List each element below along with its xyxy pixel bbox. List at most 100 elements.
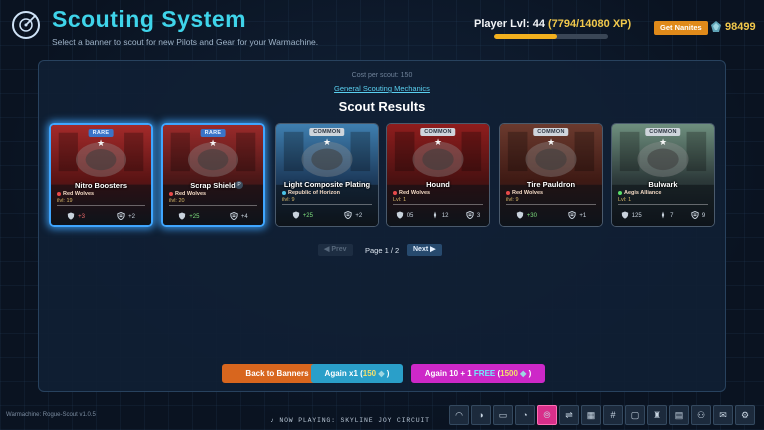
chat-icon[interactable]: ▭ [493, 405, 513, 425]
shield-heart-icon [396, 211, 404, 221]
card-stat: +2 [117, 211, 135, 222]
nanite-icon [709, 20, 723, 34]
again10-prefix: Again 10 + 1 [424, 369, 474, 378]
scout-result-card[interactable]: RARE ★ Nitro Boosters Red Wolves ilvl: 1… [49, 123, 153, 227]
card-stats: 125 7 9 [612, 210, 714, 222]
next-page-button[interactable]: Next ▶ [407, 244, 442, 256]
next-label: Next [413, 246, 429, 253]
rarity-badge: RARE [200, 129, 226, 137]
prev-page-button[interactable]: ◀ Prev [318, 244, 353, 256]
card-stat: +3 [67, 212, 85, 222]
armor-icon [344, 210, 353, 221]
card-stat: +1 [568, 210, 587, 221]
card-stat: +2 [344, 210, 362, 221]
player-level-label: Player Lvl: 44 [474, 18, 545, 30]
card-faction: Red Wolves [169, 191, 206, 197]
stat-value: 125 [631, 213, 642, 219]
star-icon: ★ [322, 137, 332, 147]
star-icon: ★ [433, 137, 443, 147]
stat-value: +1 [579, 213, 587, 219]
star-icon: ★ [208, 138, 218, 148]
scout-result-card[interactable]: RARE ★ Scrap Shield P Red Wolves ilvl: 2… [161, 123, 265, 227]
again1-prefix: Again x1 ( [324, 369, 363, 378]
robot-icon[interactable]: ◔ [515, 405, 535, 425]
card-stat: 9 [691, 210, 706, 221]
nanite-icon: ◆ [520, 369, 527, 378]
scouting-icon[interactable]: ⦾ [537, 405, 557, 425]
stat-value: 7 [670, 213, 674, 219]
shield-heart-icon [292, 211, 300, 221]
get-nanites-button[interactable]: Get Nanites [654, 21, 708, 35]
hashtag-icon[interactable]: # [603, 405, 623, 425]
xp-text: (7794/14080 XP) [548, 18, 632, 30]
card-stats: +25 +4 [163, 211, 263, 223]
card-stats: 05 12 3 [387, 210, 489, 222]
calendar-icon[interactable]: ▦ [581, 405, 601, 425]
stat-value: +30 [526, 213, 537, 219]
mail-icon[interactable]: ✉ [713, 405, 733, 425]
shield-heart-icon [516, 211, 524, 221]
frame-icon[interactable]: ▢ [625, 405, 645, 425]
card-faction: Red Wolves [506, 190, 543, 196]
shield-heart-icon [67, 212, 75, 222]
card-stat: 3 [466, 210, 480, 221]
again1-cost: 150 [362, 369, 377, 378]
card-stat: +25 [178, 212, 199, 222]
xp-progress-fill [494, 34, 558, 39]
page-title: Scouting System [52, 6, 247, 32]
scout-result-card[interactable]: COMMON ★ Tire Pauldron Red Wolves ilvl: … [499, 123, 603, 227]
card-item-level: Lvl: 1 [393, 197, 407, 203]
users-icon[interactable]: ⚇ [691, 405, 711, 425]
scout-result-card[interactable]: COMMON ★ Bulwark Aegis Alliance Lvl: 1 1… [611, 123, 715, 227]
settings-icon[interactable]: ⚙ [735, 405, 755, 425]
stat-value: +2 [128, 214, 135, 220]
armor-icon [691, 210, 699, 221]
stat-value: +25 [302, 213, 313, 219]
trophy-icon[interactable]: ♜ [647, 405, 667, 425]
rarity-badge: COMMON [309, 128, 345, 136]
scout-results-panel: Cost per scout: 150 General Scouting Mec… [38, 60, 726, 392]
stat-value: 9 [701, 213, 706, 219]
armor-icon [568, 210, 577, 221]
swords-icon[interactable]: ⇌ [559, 405, 579, 425]
card-name: Nitro Boosters [74, 181, 128, 190]
card-stat: 12 [431, 211, 449, 221]
armor-icon [466, 210, 474, 221]
version-label: Warmachine: Rogue-Scout v1.0.5 [6, 412, 96, 418]
star-icon: ★ [658, 137, 668, 147]
card-stat: 7 [659, 211, 673, 221]
prev-label: Prev [331, 246, 347, 253]
card-stat: +25 [292, 211, 313, 221]
card-name: Bulwark [648, 180, 678, 189]
again10-suffix: ) [528, 369, 532, 378]
card-stat: +30 [516, 211, 537, 221]
general-scouting-mechanics-link[interactable]: General Scouting Mechanics [39, 84, 725, 93]
armor-icon [230, 211, 238, 222]
card-item-level: ilvl: 9 [282, 197, 295, 203]
scout-again-x1-button[interactable]: Again x1 (150 ◆ ) [311, 364, 403, 383]
card-stats: +30 +1 [500, 210, 602, 222]
bottom-toolbar: ◠ ◑ ▭ ◔ ⦾ ⇌ ▦ # ▢ ♜ ▤ ⚇ ✉ ⚙ [449, 405, 755, 427]
helmet-icon[interactable]: ◠ [449, 405, 469, 425]
card-item-level: ilvl: 9 [506, 197, 519, 203]
again1-suffix: ) [386, 369, 390, 378]
card-faction: Red Wolves [393, 190, 430, 196]
stat-value: +25 [189, 214, 200, 220]
cost-per-scout: Cost per scout: 150 [351, 72, 413, 79]
scout-result-card[interactable]: COMMON ★ Light Composite Plating Republi… [275, 123, 379, 227]
stat-value: 05 [406, 213, 414, 219]
gallery-icon[interactable]: ▤ [669, 405, 689, 425]
stat-value: +3 [78, 214, 85, 220]
card-item-level: ilvl: 20 [169, 198, 185, 204]
card-divider [506, 204, 596, 205]
page-subtitle: Select a banner to scout for new Pilots … [52, 37, 319, 47]
scout-result-card[interactable]: COMMON ★ Hound Red Wolves Lvl: 1 05 12 3 [386, 123, 490, 227]
rarity-badge: RARE [88, 129, 114, 137]
mech-icon[interactable]: ◑ [471, 405, 491, 425]
rarity-badge: COMMON [420, 128, 456, 136]
card-divider [282, 204, 372, 205]
scout-again-x10-button[interactable]: Again 10 + 1 FREE (1500 ◆ ) [411, 364, 545, 383]
xp-progress-bar [494, 34, 608, 39]
card-stats: +25 +2 [276, 210, 378, 222]
armor-icon [117, 211, 125, 222]
